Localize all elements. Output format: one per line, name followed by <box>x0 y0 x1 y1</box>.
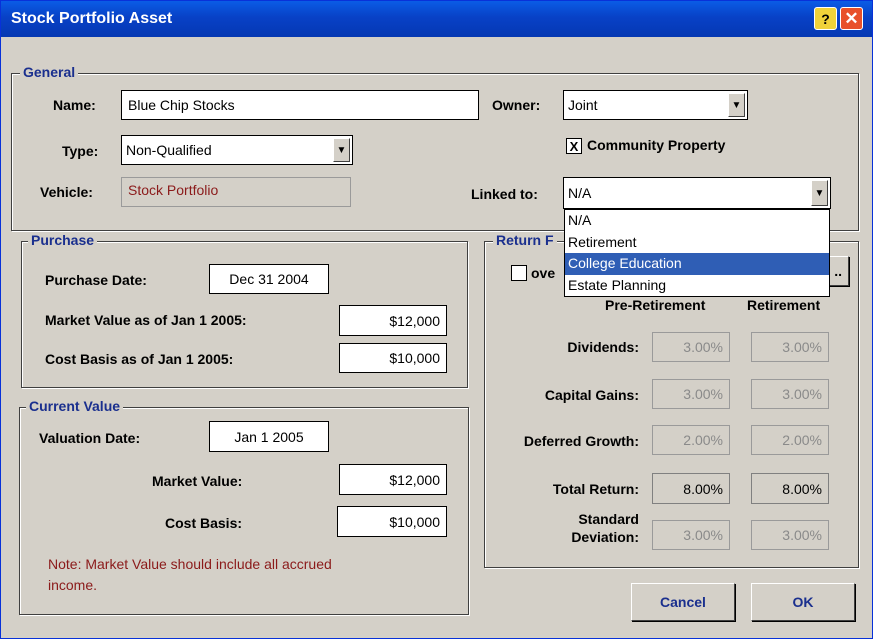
current-market-label: Market Value: <box>152 473 243 489</box>
type-value: Non-Qualified <box>126 142 212 158</box>
help-button[interactable]: ? <box>814 7 837 30</box>
linked-option-estate-planning[interactable]: Estate Planning <box>565 275 829 297</box>
name-input[interactable]: Blue Chip Stocks <box>121 90 479 120</box>
linked-to-select[interactable]: N/A ▼ <box>563 177 831 209</box>
valuation-date-label: Valuation Date: <box>39 430 141 446</box>
std-deviation-label-2: Deviation: <box>571 529 639 545</box>
market-value-note: Note: Market Value should include all ac… <box>48 556 332 593</box>
retirement-header: Retirement <box>747 297 821 313</box>
linked-option-college-education[interactable]: College Education <box>565 253 829 275</box>
type-label: Type: <box>62 143 99 159</box>
std-deviation-ret-field[interactable]: 3.00% <box>751 520 829 550</box>
purchase-market-label: Market Value as of Jan 1 2005: <box>45 312 247 328</box>
capital-gains-label: Capital Gains: <box>544 387 639 403</box>
dividends-label: Dividends: <box>567 339 639 355</box>
owner-value: Joint <box>568 97 598 113</box>
purchase-legend: Purchase <box>28 232 98 248</box>
close-button[interactable]: ✕ <box>840 7 863 30</box>
help-icon: ? <box>821 10 830 27</box>
community-property-checkbox[interactable]: X <box>566 138 582 154</box>
linked-to-value: N/A <box>568 185 592 201</box>
deferred-growth-label: Deferred Growth: <box>523 433 639 449</box>
linked-to-dropdown[interactable]: N/A Retirement College Education Estate … <box>564 209 830 297</box>
community-property-label: Community Property <box>587 137 726 153</box>
purchase-market-input[interactable]: $12,000 <box>339 305 447 336</box>
window-title: Stock Portfolio Asset <box>11 10 173 27</box>
valuation-date-input[interactable]: Jan 1 2005 <box>209 421 329 452</box>
dialog-window: Stock Portfolio Asset ? ✕ General Name: … <box>0 0 873 639</box>
owner-label: Owner: <box>492 97 541 113</box>
deferred-growth-ret-field[interactable]: 2.00% <box>751 425 829 455</box>
close-icon: ✕ <box>844 8 859 28</box>
dividends-ret-field[interactable]: 3.00% <box>751 332 829 362</box>
return-legend: Return F <box>493 232 557 248</box>
total-return-pre-field: 8.00% <box>652 473 730 504</box>
linked-option-retirement[interactable]: Retirement <box>565 232 829 254</box>
ok-button[interactable]: OK <box>751 583 855 621</box>
vehicle-label: Vehicle: <box>40 184 93 200</box>
linked-option-na[interactable]: N/A <box>565 210 829 232</box>
type-select[interactable]: Non-Qualified ▼ <box>121 135 353 165</box>
purchase-cost-input[interactable]: $10,000 <box>339 343 447 373</box>
name-label: Name: <box>53 97 96 113</box>
owner-select[interactable]: Joint ▼ <box>563 90 748 120</box>
vehicle-field: Stock Portfolio <box>121 177 351 207</box>
total-return-label: Total Return: <box>552 481 639 497</box>
purchase-date-label: Purchase Date: <box>45 272 147 288</box>
capital-gains-pre-field[interactable]: 3.00% <box>652 379 730 409</box>
purchase-date-input[interactable]: Dec 31 2004 <box>209 264 329 294</box>
std-deviation-pre-field[interactable]: 3.00% <box>652 520 730 550</box>
std-deviation-label-1: Standard <box>578 511 639 527</box>
title-bar[interactable]: Stock Portfolio Asset ? ✕ <box>1 1 872 37</box>
chevron-down-icon[interactable]: ▼ <box>811 180 828 206</box>
capital-gains-ret-field[interactable]: 3.00% <box>751 379 829 409</box>
override-checkbox[interactable] <box>511 265 527 281</box>
chevron-down-icon[interactable]: ▼ <box>333 138 350 162</box>
deferred-growth-pre-field[interactable]: 2.00% <box>652 425 730 455</box>
dividends-pre-field[interactable]: 3.00% <box>652 332 730 362</box>
purchase-cost-label: Cost Basis as of Jan 1 2005: <box>45 351 234 367</box>
override-label: ove <box>531 265 556 281</box>
current-cost-label: Cost Basis: <box>165 515 243 531</box>
total-return-ret-field: 8.00% <box>751 473 829 504</box>
current-value-legend: Current Value <box>26 398 124 414</box>
chevron-down-icon[interactable]: ▼ <box>728 93 745 117</box>
pre-retirement-header: Pre-Retirement <box>605 297 706 313</box>
general-legend: General <box>20 64 79 80</box>
cancel-button[interactable]: Cancel <box>631 583 735 621</box>
current-cost-input[interactable]: $10,000 <box>337 506 447 537</box>
linked-to-label: Linked to: <box>471 186 538 202</box>
current-market-input[interactable]: $12,000 <box>339 464 447 495</box>
